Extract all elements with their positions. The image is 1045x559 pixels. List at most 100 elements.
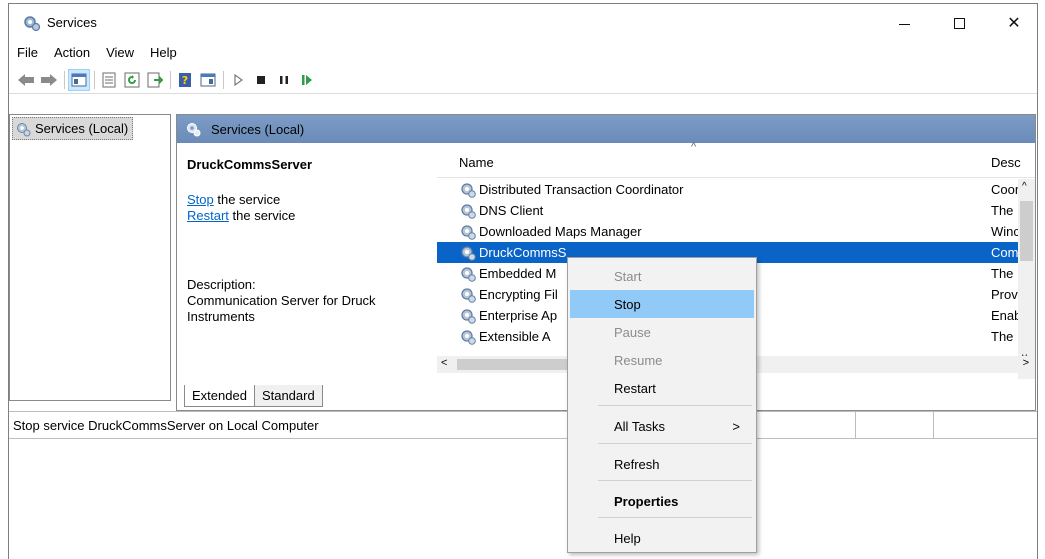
tree-item-label: Services (Local) xyxy=(35,121,129,136)
context-menu-item[interactable]: Properties xyxy=(570,487,754,515)
title-bar[interactable]: Services ✕ xyxy=(9,4,1037,42)
toolbar-separator xyxy=(94,70,95,89)
refresh-button[interactable] xyxy=(121,69,143,91)
console-tree: Services (Local) xyxy=(9,114,171,401)
show-hide-tree-button[interactable] xyxy=(68,68,90,91)
service-gear-icon xyxy=(461,203,476,219)
service-description-cell: The xyxy=(991,203,1014,218)
service-description-cell: Coor xyxy=(991,182,1020,197)
maximize-button[interactable] xyxy=(936,4,982,42)
context-menu-item[interactable]: All Tasks > xyxy=(570,412,754,440)
stop-service-icon xyxy=(257,75,265,84)
sort-ascending-icon: ^ xyxy=(691,141,697,153)
view-tabs: Extended Standard xyxy=(184,385,323,407)
service-description-cell: Enab xyxy=(991,308,1022,323)
resume-service-icon xyxy=(302,74,312,85)
scroll-up-icon[interactable]: ^ xyxy=(1022,181,1027,192)
stop-service-link[interactable]: Stop xyxy=(187,192,214,207)
vertical-scrollbar[interactable]: ^ v xyxy=(1018,179,1035,379)
context-menu-label: Help xyxy=(614,530,641,546)
context-menu-label: Start xyxy=(614,268,642,284)
menu-action[interactable]: Action xyxy=(46,42,98,64)
help-icon: ? xyxy=(179,72,191,87)
toolbar: ? xyxy=(9,66,1037,94)
status-cell xyxy=(855,412,856,438)
service-name: Downloaded Maps Manager xyxy=(479,224,642,239)
menu-view[interactable]: View xyxy=(98,42,142,64)
service-row[interactable]: DNS Client The xyxy=(437,200,1013,221)
context-menu-item[interactable]: Pause xyxy=(570,318,754,346)
service-description-cell: Winc xyxy=(991,224,1020,239)
properties-button[interactable] xyxy=(98,69,120,91)
service-row[interactable]: Downloaded Maps Manager Winc xyxy=(437,221,1020,242)
forward-button[interactable] xyxy=(38,69,60,91)
context-menu-label: Stop xyxy=(614,296,641,312)
back-button[interactable] xyxy=(15,69,37,91)
service-name: Distributed Transaction Coordinator xyxy=(479,182,684,197)
submenu-arrow-icon: > xyxy=(732,418,740,434)
context-menu-item[interactable]: Resume xyxy=(570,346,754,374)
description-label: Description: xyxy=(187,277,256,292)
column-header-description[interactable]: Desc xyxy=(991,155,1021,170)
context-menu-label: Restart xyxy=(614,380,656,396)
services-gear-icon xyxy=(24,16,41,32)
context-menu-item[interactable]: Refresh xyxy=(570,450,754,478)
service-name: DNS Client xyxy=(479,203,544,218)
vertical-scroll-thumb[interactable] xyxy=(1020,201,1033,261)
properties-icon xyxy=(102,72,116,87)
context-menu-label: Refresh xyxy=(614,456,660,472)
forward-icon xyxy=(41,73,57,86)
refresh-icon xyxy=(124,72,140,87)
context-menu-item[interactable]: Stop xyxy=(570,290,754,318)
service-gear-icon xyxy=(461,224,476,240)
description-text: Communication Server for Druck Instrumen… xyxy=(187,293,376,324)
context-menu: Start Stop Pause Resume Restart All Tasks > Ref… xyxy=(567,257,757,553)
service-name: Extensible A xyxy=(479,329,551,344)
context-menu-separator xyxy=(598,443,752,444)
service-name: Embedded M xyxy=(479,266,557,281)
tree-item-services-local[interactable]: Services (Local) xyxy=(12,117,134,140)
svg-text:?: ? xyxy=(182,74,188,87)
stop-service-button[interactable] xyxy=(250,69,272,91)
context-menu-item[interactable]: Start xyxy=(570,262,754,290)
export-list-button[interactable] xyxy=(144,69,166,91)
service-row[interactable]: Distributed Transaction Coordinator Coor xyxy=(437,179,1019,200)
export-list-icon xyxy=(147,72,163,87)
scroll-right-icon[interactable]: > xyxy=(1023,357,1029,369)
service-gear-icon xyxy=(461,245,476,261)
services-gear-icon xyxy=(17,122,31,136)
services-gear-icon xyxy=(187,123,201,137)
close-icon: ✕ xyxy=(1007,15,1021,32)
panel-header: Services (Local) xyxy=(177,115,1035,143)
menu-file[interactable]: File xyxy=(9,42,46,64)
context-menu-separator xyxy=(598,405,752,406)
console-button[interactable] xyxy=(197,69,219,91)
maximize-icon xyxy=(953,17,965,29)
service-gear-icon xyxy=(461,182,476,198)
tab-extended[interactable]: Extended xyxy=(184,385,255,407)
context-menu-item[interactable]: Restart xyxy=(570,374,754,402)
context-menu-separator xyxy=(598,480,752,481)
context-menu-label: Properties xyxy=(614,493,679,509)
scroll-left-icon[interactable]: < xyxy=(441,357,447,369)
minimize-button[interactable] xyxy=(881,4,927,42)
stop-service-text: the service xyxy=(213,192,281,207)
service-gear-icon xyxy=(461,287,476,303)
menu-help[interactable]: Help xyxy=(142,42,185,64)
menu-bar: File Action View Help xyxy=(9,42,1037,64)
close-button[interactable]: ✕ xyxy=(991,4,1037,42)
pause-service-button[interactable] xyxy=(273,69,295,91)
start-service-button[interactable] xyxy=(227,69,249,91)
context-menu-item[interactable]: Help xyxy=(570,524,754,552)
service-name: Encrypting Fil xyxy=(479,287,558,302)
column-header-name[interactable]: Name xyxy=(459,155,494,170)
service-actions: Stop the service Restart the service xyxy=(187,192,427,224)
toolbar-separator xyxy=(170,70,171,89)
restart-service-link[interactable]: Restart xyxy=(187,208,229,223)
tab-standard[interactable]: Standard xyxy=(253,385,323,407)
help-button[interactable]: ? xyxy=(174,69,196,91)
window-title: Services xyxy=(47,15,97,30)
resume-service-button[interactable] xyxy=(296,69,318,91)
context-menu-label: All Tasks xyxy=(614,418,666,434)
start-service-icon xyxy=(234,73,243,86)
